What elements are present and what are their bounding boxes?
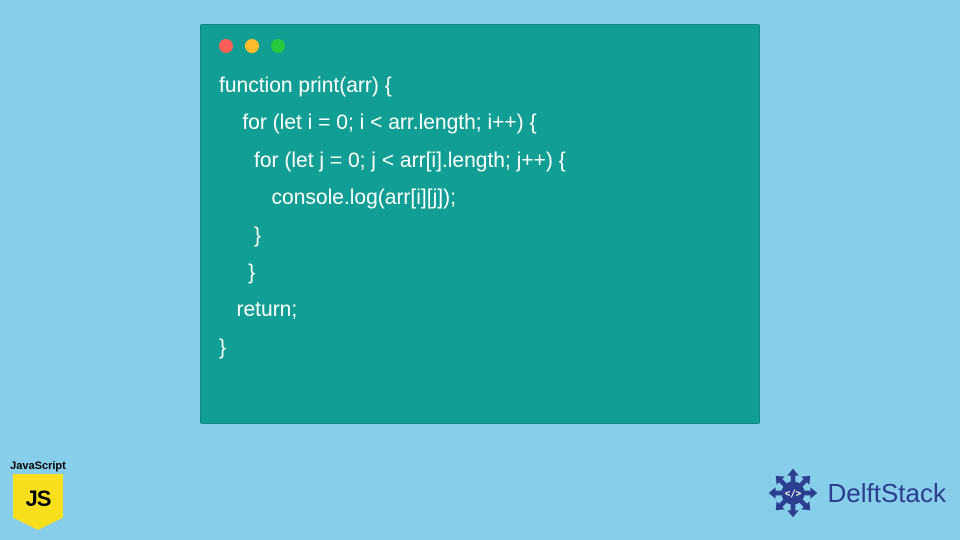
delftstack-brand: </> DelftStack: [764, 464, 947, 522]
window-controls: [201, 25, 759, 59]
javascript-label: JavaScript: [6, 460, 70, 472]
code-line: console.log(arr[i][j]);: [219, 186, 456, 209]
close-icon: [219, 39, 233, 53]
code-line: for (let i = 0; i < arr.length; i++) {: [219, 111, 537, 134]
delftstack-text: DelftStack: [828, 478, 947, 509]
code-line: }: [219, 261, 255, 284]
javascript-shield-icon: JS: [13, 474, 63, 530]
code-line: return;: [219, 298, 297, 321]
code-window: function print(arr) { for (let i = 0; i …: [200, 24, 760, 424]
minimize-icon: [245, 39, 259, 53]
code-line: for (let j = 0; j < arr[i].length; j++) …: [219, 149, 566, 172]
svg-text:</>: </>: [784, 488, 801, 499]
maximize-icon: [271, 39, 285, 53]
code-line: function print(arr) {: [219, 74, 392, 97]
javascript-badge: JavaScript JS: [6, 460, 70, 530]
javascript-icon-text: JS: [26, 486, 51, 512]
code-block: function print(arr) { for (let i = 0; i …: [201, 59, 759, 380]
code-line: }: [219, 224, 261, 247]
code-line: }: [219, 336, 226, 359]
delftstack-logo-icon: </>: [764, 464, 822, 522]
